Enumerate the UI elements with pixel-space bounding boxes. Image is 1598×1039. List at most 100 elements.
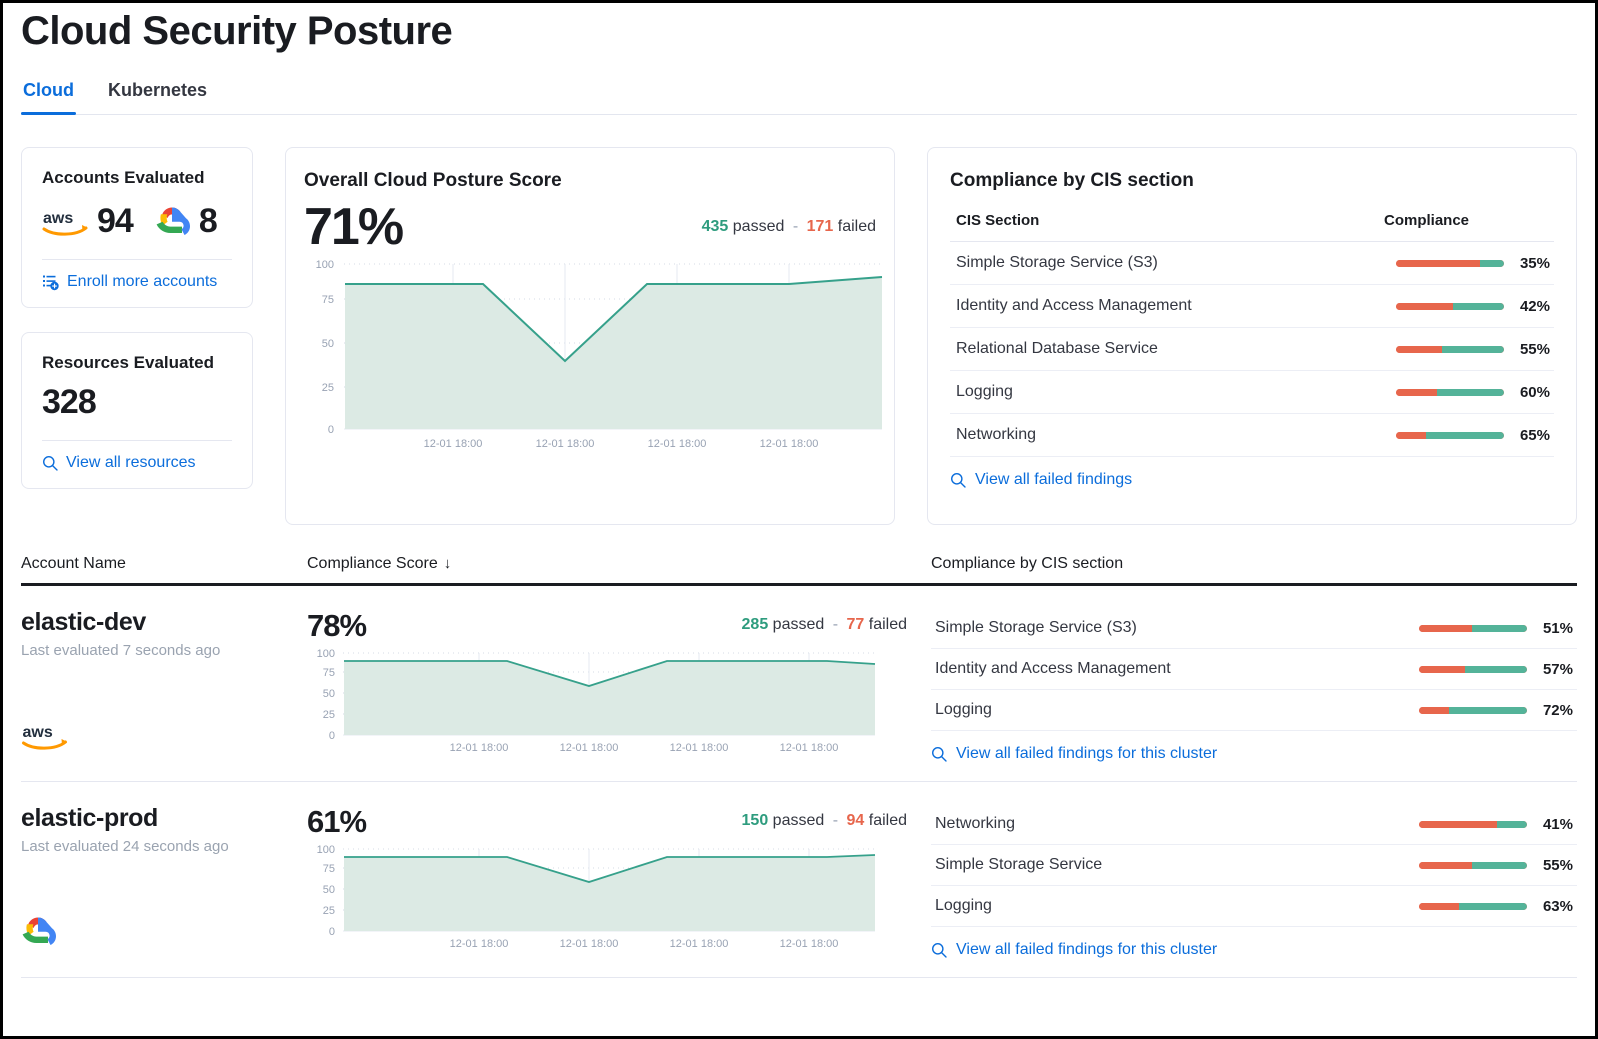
overall-posture-chart: 100 75 50 25 0 12-01 18:00 12-01 18:00 1… xyxy=(304,255,883,450)
svg-text:75: 75 xyxy=(323,667,335,679)
accounts-evaluated-title: Accounts Evaluated xyxy=(42,168,205,187)
table-row[interactable]: elastic-dev Last evaluated 7 seconds ago… xyxy=(21,586,1577,782)
col-header-compliance-by-cis: Compliance by CIS section xyxy=(931,555,1124,572)
gcp-account-stat: 8 xyxy=(155,202,218,241)
account-compliance-chart: 100 75 50 25 0 12-01 18:00 12-01 18:00 1… xyxy=(307,840,931,950)
table-row[interactable]: elastic-prod Last evaluated 24 seconds a… xyxy=(21,782,1577,978)
table-row[interactable]: Simple Storage Service (S3) 51% xyxy=(931,608,1577,649)
overall-passed-label: passed xyxy=(732,218,785,235)
aws-account-count: 94 xyxy=(97,202,134,240)
x-axis-labels: 12-01 18:00 12-01 18:00 12-01 18:00 12-0… xyxy=(450,742,839,754)
cis-section-name: Identity and Access Management xyxy=(931,648,1407,690)
table-row[interactable]: Networking 65% xyxy=(950,413,1554,457)
col-header-compliance-score-label: Compliance Score xyxy=(307,555,438,572)
svg-text:25: 25 xyxy=(322,382,334,394)
compliance-pct: 72% xyxy=(1542,702,1573,719)
svg-text:12-01 18:00: 12-01 18:00 xyxy=(760,438,819,450)
aws-account-stat: aws 94 xyxy=(42,202,134,241)
account-failed-count: 94 xyxy=(846,812,865,829)
account-last-evaluated: Last evaluated 24 seconds ago xyxy=(21,838,229,855)
compliance-bar xyxy=(1419,903,1527,910)
svg-text:12-01 18:00: 12-01 18:00 xyxy=(536,438,595,450)
aws-logo-icon: aws xyxy=(21,721,307,751)
table-row[interactable]: Identity and Access Management 57% xyxy=(931,648,1577,690)
svg-text:12-01 18:00: 12-01 18:00 xyxy=(670,742,729,754)
compliance-pct: 51% xyxy=(1542,620,1573,637)
account-area-fill xyxy=(344,661,875,735)
table-row[interactable]: Networking 41% xyxy=(931,804,1577,845)
cis-compliance-table: CIS Section Compliance Simple Storage Se… xyxy=(950,212,1554,457)
cis-compliance-header: Compliance xyxy=(1384,212,1554,242)
search-icon xyxy=(931,746,947,762)
account-score-cell: 61% 150 passed - 94 failed 100 75 50 25 … xyxy=(307,804,931,950)
y-axis-labels: 100 75 50 25 0 xyxy=(317,648,335,742)
account-name: elastic-prod xyxy=(21,804,158,832)
compliance-pct: 60% xyxy=(1519,384,1550,401)
account-compliance-score: 78% xyxy=(307,608,367,643)
cis-section-name: Logging xyxy=(931,689,1407,731)
table-row[interactable]: Simple Storage Service (S3) 35% xyxy=(950,241,1554,285)
col-header-compliance-score[interactable]: Compliance Score ↓ xyxy=(307,555,931,573)
table-row[interactable]: Simple Storage Service 55% xyxy=(931,844,1577,886)
cis-table-body: Simple Storage Service (S3) 35% Identity xyxy=(950,241,1554,457)
svg-text:100: 100 xyxy=(316,259,334,271)
account-cis-table: Networking 41% Simple Storage Service 55… xyxy=(931,804,1577,927)
aws-logo-icon: aws xyxy=(42,207,89,237)
cis-compliance-cell: 51% xyxy=(1407,608,1577,649)
table-row[interactable]: Logging 63% xyxy=(931,885,1577,927)
cis-compliance-cell: 65% xyxy=(1384,413,1554,457)
compliance-bar xyxy=(1396,346,1504,353)
table-row[interactable]: Logging 72% xyxy=(931,689,1577,731)
compliance-bar xyxy=(1396,260,1504,267)
svg-text:aws: aws xyxy=(23,724,53,741)
account-failed-count: 77 xyxy=(846,616,865,633)
overall-cloud-posture-card: Overall Cloud Posture Score 71% 435 pass… xyxy=(285,147,895,525)
cis-section-name: Simple Storage Service (S3) xyxy=(950,241,1384,285)
table-row[interactable]: Relational Database Service 55% xyxy=(950,327,1554,371)
table-row[interactable]: Identity and Access Management 42% xyxy=(950,284,1554,328)
table-row[interactable]: Logging 60% xyxy=(950,370,1554,414)
view-failed-findings-cluster-link[interactable]: View all failed findings for this cluste… xyxy=(931,941,1577,959)
view-failed-findings-cluster-link[interactable]: View all failed findings for this cluste… xyxy=(931,745,1577,763)
account-failed-label: failed xyxy=(868,812,907,829)
y-axis-labels: 100 75 50 25 0 xyxy=(316,259,334,436)
enroll-more-accounts-link[interactable]: Enroll more accounts xyxy=(42,273,232,291)
cis-compliance-cell: 60% xyxy=(1384,370,1554,414)
account-passed-failed: 150 passed - 94 failed xyxy=(742,812,907,830)
enroll-more-accounts-label: Enroll more accounts xyxy=(67,273,218,290)
compliance-pct: 57% xyxy=(1542,661,1573,678)
cis-section-name: Networking xyxy=(950,413,1384,457)
overall-posture-chart-svg: 100 75 50 25 0 12-01 18:00 12-01 18:00 1… xyxy=(316,259,883,450)
svg-text:50: 50 xyxy=(322,338,334,350)
svg-text:aws: aws xyxy=(43,210,73,227)
view-all-resources-link[interactable]: View all resources xyxy=(42,454,232,472)
tab-cloud[interactable]: Cloud xyxy=(21,76,76,115)
overall-posture-head: 71% 435 passed - 171 failed xyxy=(304,192,876,255)
account-cis-cell: Networking 41% Simple Storage Service 55… xyxy=(931,804,1577,959)
account-name: elastic-dev xyxy=(21,608,146,636)
compliance-bar xyxy=(1419,625,1527,632)
account-last-evaluated: Last evaluated 7 seconds ago xyxy=(21,642,221,659)
tab-kubernetes[interactable]: Kubernetes xyxy=(106,76,209,114)
compliance-bar xyxy=(1419,707,1527,714)
posture-area-fill xyxy=(345,276,882,429)
svg-text:12-01 18:00: 12-01 18:00 xyxy=(424,438,483,450)
svg-text:0: 0 xyxy=(328,424,334,436)
compliance-pct: 41% xyxy=(1542,816,1573,833)
compliance-bar xyxy=(1419,821,1527,828)
view-all-failed-findings-link[interactable]: View all failed findings xyxy=(950,471,1554,489)
gcp-logo-icon xyxy=(21,917,307,947)
cloud-security-posture-page: Cloud Security Posture Cloud Kubernetes … xyxy=(3,3,1595,1036)
tab-bar: Cloud Kubernetes xyxy=(21,76,1577,115)
elastic-dev-chart-svg: 100 75 50 25 0 12-01 18:00 12-01 18:00 1… xyxy=(317,648,876,754)
svg-text:100: 100 xyxy=(317,844,335,856)
compliance-pct: 55% xyxy=(1542,857,1573,874)
svg-text:50: 50 xyxy=(323,688,335,700)
search-icon xyxy=(42,455,58,471)
accounts-table-header: Account Name Compliance Score ↓ Complianc… xyxy=(21,555,1577,586)
overall-failed-label: failed xyxy=(837,218,876,235)
resources-card-divider xyxy=(42,440,232,441)
account-passed-label: passed xyxy=(772,616,825,633)
view-all-failed-findings-label: View all failed findings xyxy=(975,471,1133,488)
page-title: Cloud Security Posture xyxy=(21,9,453,53)
